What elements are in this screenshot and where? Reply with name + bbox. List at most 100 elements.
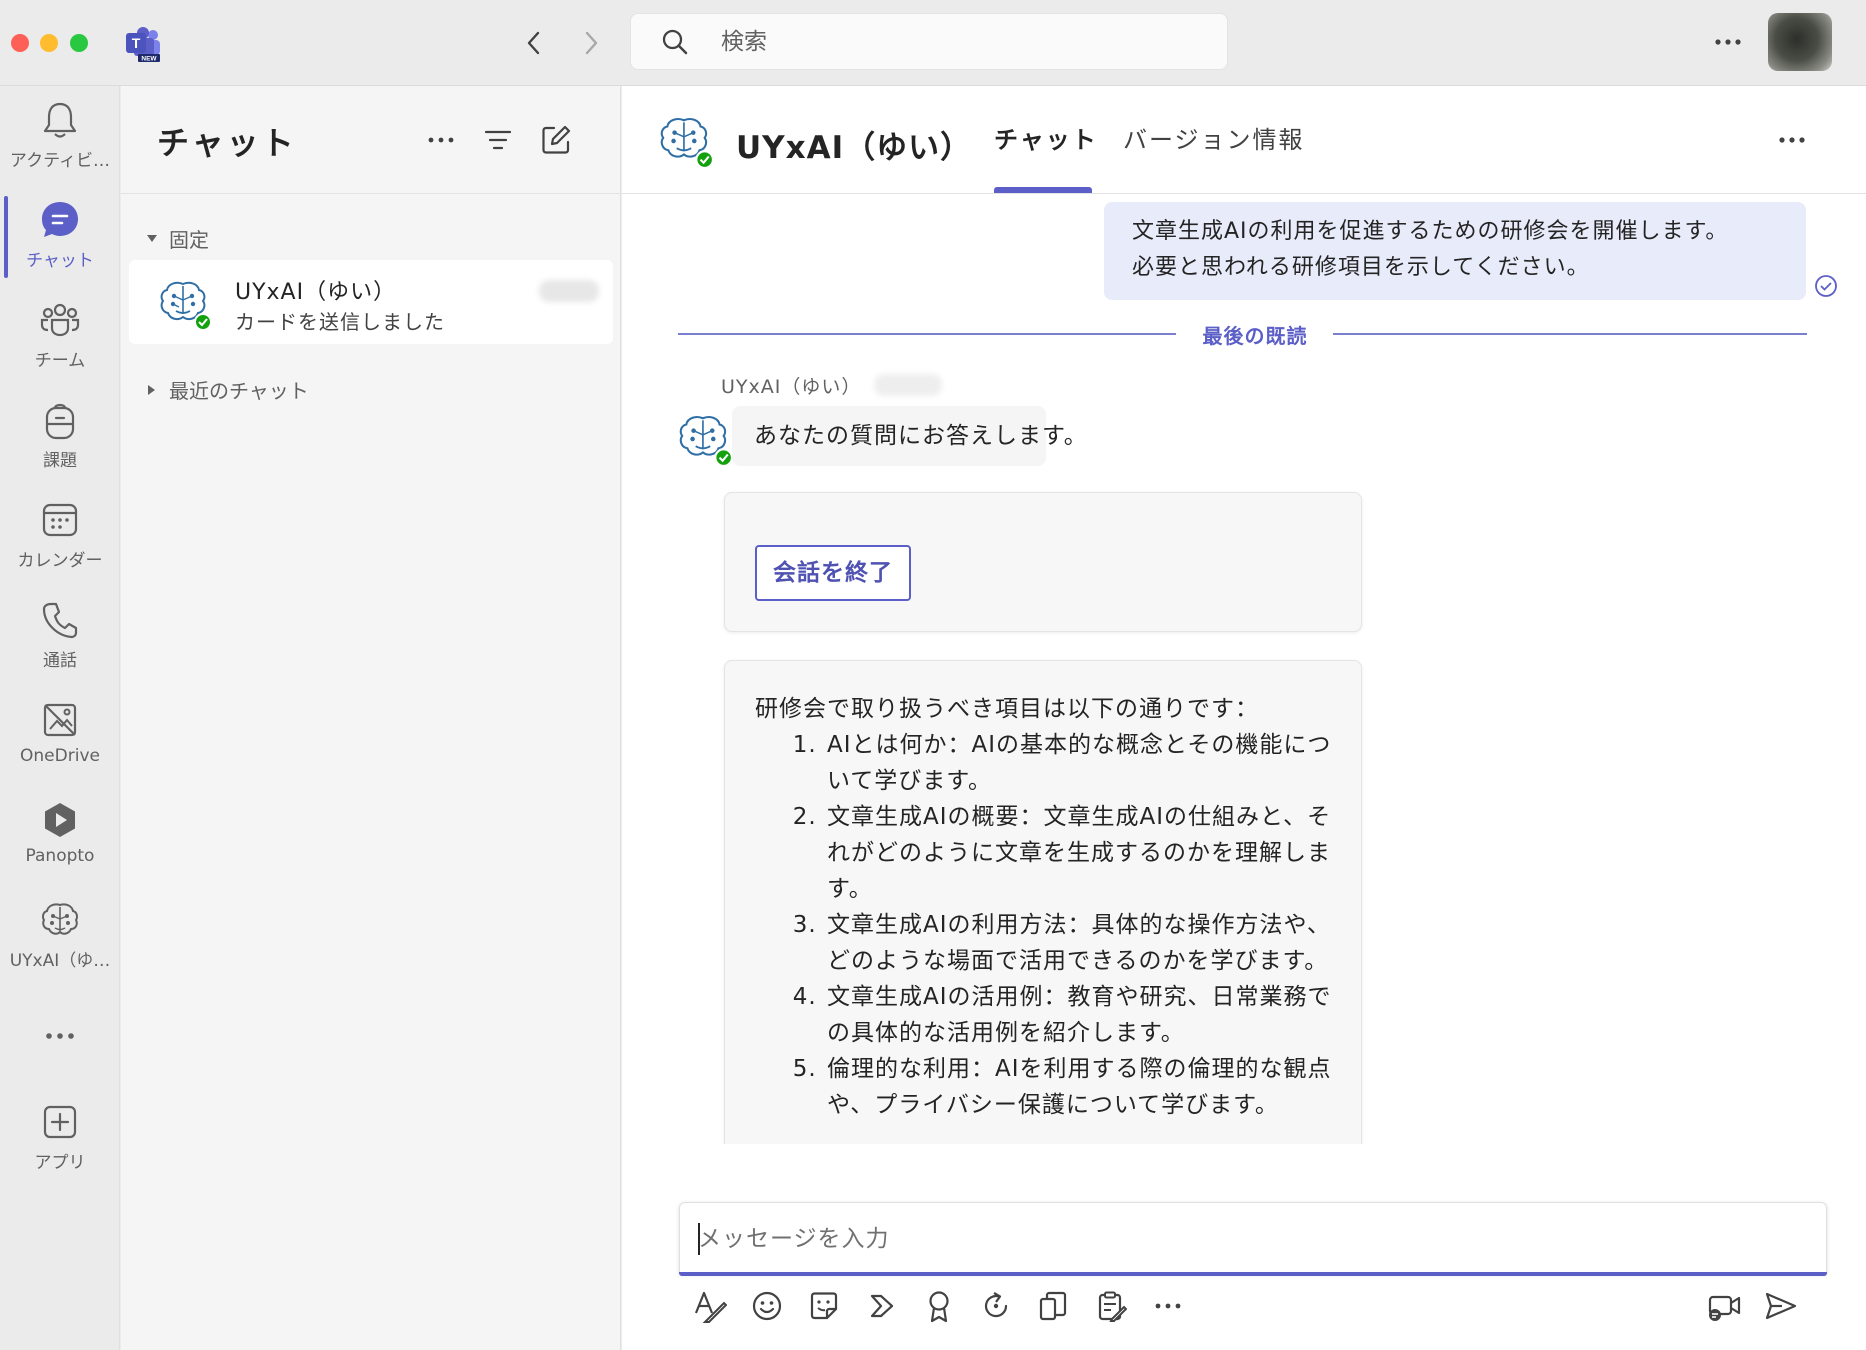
answer-item: 倫理的な利用：AIを利用する際の倫理的な観点や、プライバシー保護について学びます… [825, 1051, 1345, 1123]
user-message-line: 文章生成AIの利用を促進するための研修会を開催します。 [1132, 219, 1729, 244]
new-chat-icon[interactable] [538, 122, 574, 158]
tab-version-info[interactable]: バージョン情報 [1123, 120, 1305, 155]
recent-section-label: 最近のチャット [169, 379, 309, 403]
rail-item-panopto[interactable]: Panopto [0, 800, 120, 892]
more-options-icon[interactable] [1710, 27, 1746, 57]
conversation-title: UYxAI（ゆい） [736, 130, 973, 166]
conversation-more-icon[interactable] [1772, 124, 1812, 156]
teams-logo-icon: T NEW [124, 26, 162, 63]
title-bar: T NEW 検索 [0, 0, 1866, 86]
svg-text:T: T [132, 35, 141, 51]
pinned-section-header[interactable]: 固定 [143, 224, 209, 253]
more-actions-icon[interactable] [1148, 1286, 1188, 1326]
attach-file-icon[interactable] [1033, 1286, 1073, 1326]
emoji-icon[interactable] [747, 1286, 787, 1326]
phone-icon [40, 600, 80, 640]
praise-icon[interactable] [919, 1286, 959, 1326]
bot-sender-name: UYxAI（ゆい） [721, 376, 862, 398]
chat-list-header: チャット [121, 86, 621, 194]
rail-more-apps-button[interactable] [0, 1016, 120, 1066]
forward-arrow-icon[interactable] [576, 28, 606, 58]
answer-text: 研修会で取り扱うべき項目は以下の通りです： AIとは何か：AIの基本的な概念とそ… [755, 691, 1345, 1123]
answer-item: 文章生成AIの活用例：教育や研究、日常業務での具体的な活用例を紹介します。 [825, 979, 1345, 1051]
rail-item-label: カレンダー [17, 551, 103, 571]
end-conversation-button[interactable]: 会話を終了 [755, 545, 911, 601]
rail-item-label: チャット [26, 251, 94, 271]
chat-icon [40, 200, 80, 240]
user-message-line: 必要と思われる研修項目を示してください。 [1132, 255, 1590, 280]
compose-box[interactable] [679, 1202, 1827, 1274]
chat-list-more-icon[interactable] [423, 122, 459, 158]
sticker-icon[interactable] [804, 1286, 844, 1326]
close-window-button[interactable] [11, 34, 29, 52]
search-icon [661, 28, 689, 56]
bot-message-timestamp [874, 374, 942, 396]
message-input[interactable] [698, 1221, 1798, 1257]
rail-item-label: UYxAI（ゆ… [9, 951, 111, 971]
last-read-divider-right [1333, 333, 1807, 335]
recent-section-header[interactable]: 最近のチャット [143, 375, 309, 404]
answer-item: 文章生成AIの概要：文章生成AIの仕組みと、それがどのように文章を生成するのかを… [825, 799, 1345, 907]
backpack-icon [40, 400, 80, 440]
format-text-icon[interactable] [690, 1286, 730, 1326]
rail-item-uyxai[interactable]: UYxAI（ゆ… [0, 900, 120, 992]
rail-item-label: Panopto [25, 846, 95, 866]
rail-item-label: 通話 [43, 651, 77, 671]
rail-item-assignments[interactable]: 課題 [0, 400, 120, 492]
bot-message: あなたの質問にお答えします。 [732, 406, 1087, 466]
last-read-label: 最後の既読 [1202, 324, 1308, 348]
teams-icon [40, 300, 80, 340]
brain-icon [40, 900, 80, 940]
rail-item-activity[interactable]: アクティビ… [0, 100, 120, 192]
minimize-window-button[interactable] [40, 34, 58, 52]
clipboard-edit-icon[interactable] [1091, 1286, 1131, 1326]
last-read-divider-left [678, 333, 1176, 335]
profile-avatar[interactable] [1768, 13, 1832, 71]
caret-down-icon [143, 230, 161, 248]
rail-item-label: チーム [34, 351, 86, 371]
rail-item-calendar[interactable]: カレンダー [0, 500, 120, 592]
bot-avatar [676, 412, 734, 468]
chat-list-item[interactable]: UYxAI（ゆい） カードを送信しました [129, 260, 613, 344]
loop-icon[interactable] [862, 1286, 902, 1326]
filter-icon[interactable] [480, 122, 516, 158]
rail-item-teams[interactable]: チーム [0, 300, 120, 392]
onedrive-icon [40, 700, 80, 740]
refresh-icon[interactable] [976, 1286, 1016, 1326]
rail-item-apps[interactable]: アプリ [0, 1102, 120, 1194]
app-rail: アクティビ… チャット チーム 課題 カレンダー 通話 OneDrive Pan… [0, 86, 120, 1350]
adaptive-card-answer: 研修会で取り扱うべき項目は以下の通りです： AIとは何か：AIの基本的な概念とそ… [724, 660, 1362, 1144]
chat-item-preview: カードを送信しました [235, 310, 445, 334]
rail-item-label: OneDrive [20, 746, 100, 766]
user-message: 文章生成AIの利用を促進するための研修会を開催します。 必要と思われる研修項目を… [1104, 202, 1806, 300]
send-icon[interactable] [1761, 1286, 1801, 1326]
svg-text:NEW: NEW [141, 56, 157, 63]
rail-item-label: アクティビ… [9, 151, 111, 171]
rail-item-onedrive[interactable]: OneDrive [0, 700, 120, 792]
answer-item: 文章生成AIの利用方法：具体的な操作方法や、どのような場面で活用できるのかを学び… [825, 907, 1345, 979]
add-app-icon [40, 1102, 80, 1142]
answer-item: AIとは何か：AIの基本的な概念とその機能について学びます。 [825, 727, 1345, 799]
search-box[interactable]: 検索 [630, 13, 1228, 70]
read-receipt-icon [1814, 274, 1838, 298]
conversation-pane: UYxAI（ゆい） チャット バージョン情報 文章生成AIの利用を促進するための… [622, 86, 1866, 1350]
bot-avatar [157, 278, 213, 332]
chat-list-pane: チャット 固定 UYxAI（ゆい） カードを送信しました 最近のチャット [121, 86, 621, 1350]
video-clip-icon[interactable] [1704, 1286, 1744, 1326]
message-list[interactable]: 文章生成AIの利用を促進するための研修会を開催します。 必要と思われる研修項目を… [622, 194, 1866, 1144]
tab-chat[interactable]: チャット [994, 120, 1098, 155]
answer-intro: 研修会で取り扱うべき項目は以下の通りです： [755, 696, 1259, 722]
chat-item-timestamp [539, 280, 599, 302]
search-placeholder: 検索 [721, 29, 767, 55]
rail-item-label: 課題 [43, 451, 77, 471]
panopto-icon [40, 800, 80, 840]
rail-item-calls[interactable]: 通話 [0, 600, 120, 692]
pinned-section-label: 固定 [169, 228, 209, 252]
rail-item-label: アプリ [34, 1153, 86, 1173]
conversation-header: UYxAI（ゆい） チャット バージョン情報 [622, 86, 1866, 194]
back-arrow-icon[interactable] [519, 28, 549, 58]
active-tab-indicator [994, 187, 1092, 193]
rail-item-chat[interactable]: チャット [0, 200, 120, 292]
calendar-icon [40, 500, 80, 540]
zoom-window-button[interactable] [70, 34, 88, 52]
